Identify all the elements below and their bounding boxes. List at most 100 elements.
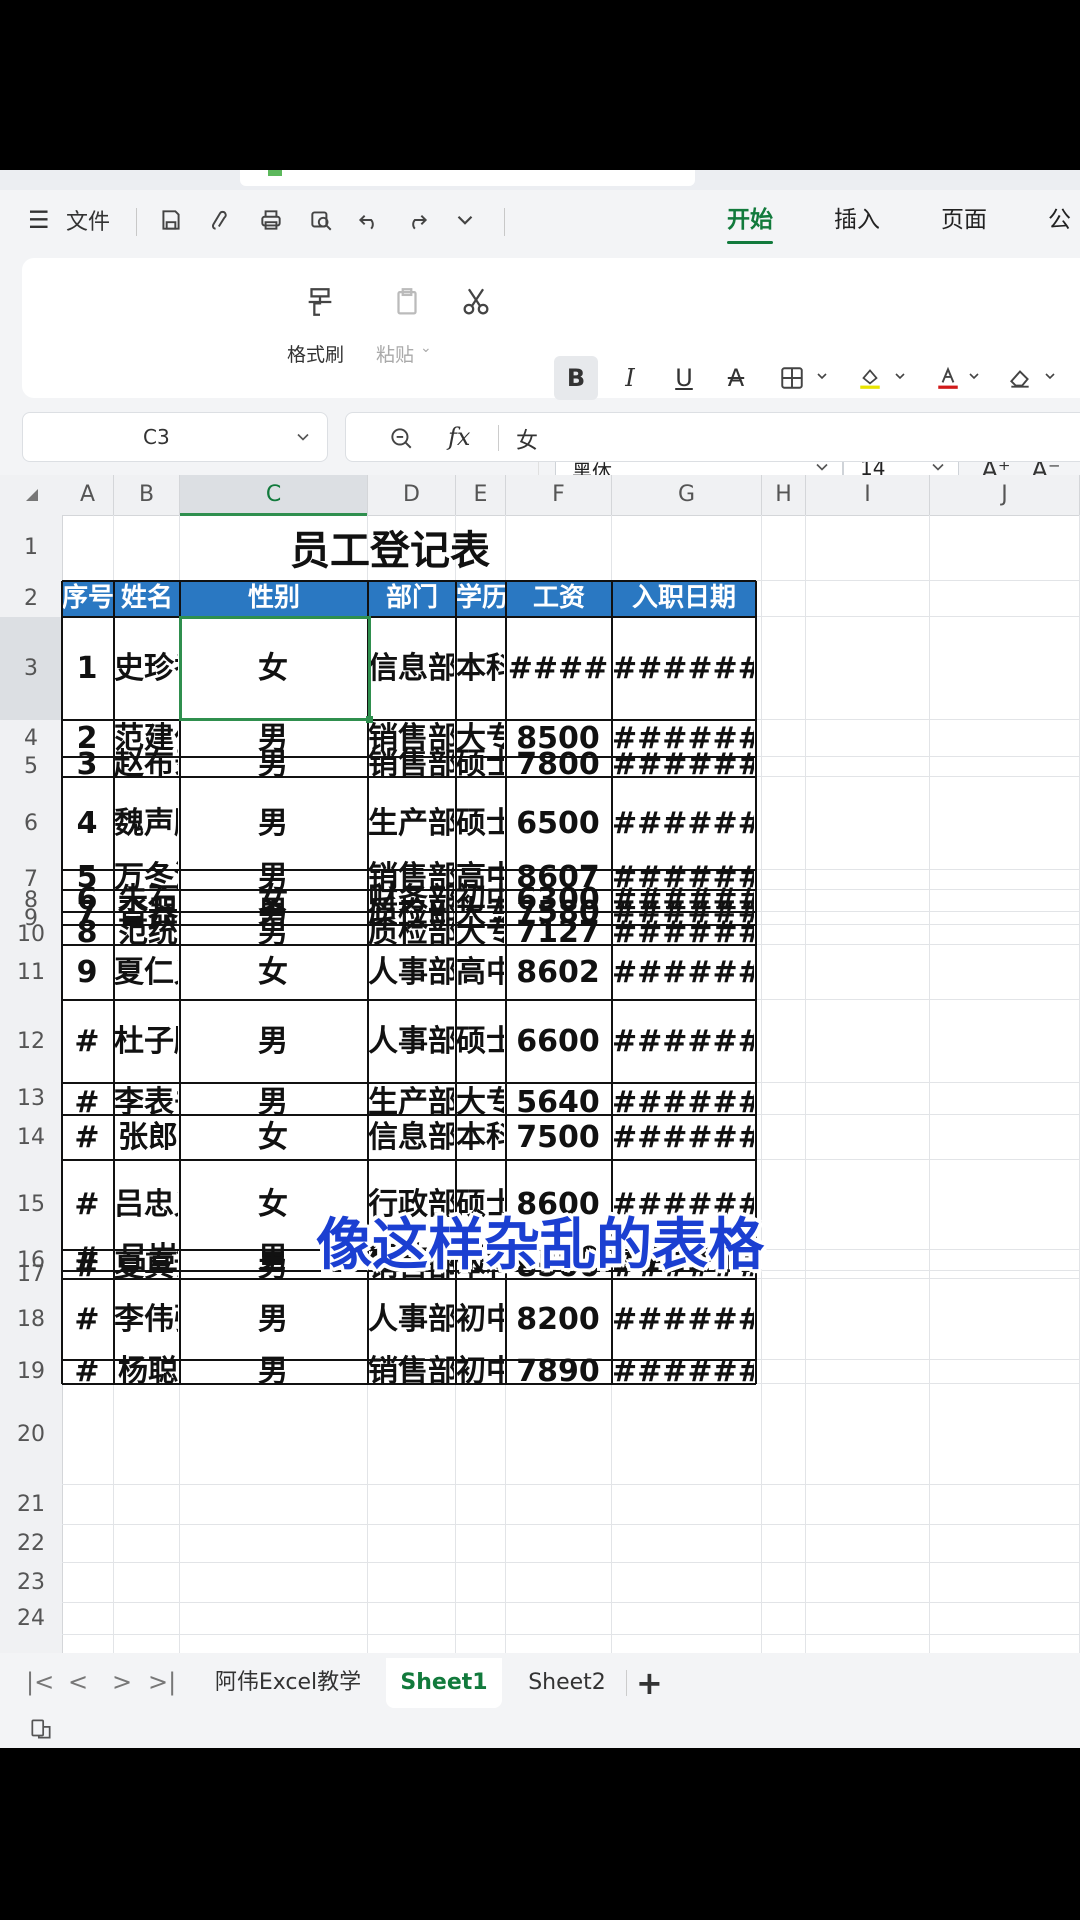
column-header-h[interactable]: H	[762, 475, 806, 515]
caret-down-icon[interactable]	[1044, 370, 1056, 382]
table-cell[interactable]: 男	[180, 745, 366, 777]
row-header-12[interactable]: 12	[0, 1000, 62, 1083]
row-header-7[interactable]: 7	[0, 869, 62, 891]
tab-insert[interactable]: 插入	[834, 190, 880, 250]
table-cell[interactable]: 赵布录	[114, 745, 178, 777]
last-sheet-icon[interactable]: >|	[148, 1668, 176, 1696]
save-icon[interactable]	[158, 190, 184, 250]
table-header-cell[interactable]: 姓名	[114, 582, 180, 615]
table-header-cell[interactable]: 性别	[180, 582, 368, 615]
table-cell[interactable]: #	[62, 1000, 112, 1083]
export-icon[interactable]	[208, 190, 234, 250]
italic-button[interactable]: I	[608, 356, 652, 400]
sheet-tab-sheet1[interactable]: Sheet1	[386, 1658, 502, 1708]
table-cell[interactable]: 初中	[456, 1352, 504, 1384]
table-header-cell[interactable]: 入职日期	[612, 582, 756, 615]
table-cell[interactable]: 女	[180, 1115, 366, 1160]
tab-page[interactable]: 页面	[941, 190, 987, 250]
add-sheet-button[interactable]: +	[636, 1664, 663, 1702]
table-cell[interactable]: ######	[612, 1115, 754, 1160]
table-cell[interactable]: 硕士	[456, 1000, 504, 1083]
table-cell[interactable]: 6600	[506, 1000, 610, 1083]
table-cell[interactable]: 6500	[506, 777, 610, 870]
row-header-6[interactable]: 6	[0, 777, 62, 870]
row-header-23[interactable]: 23	[0, 1563, 62, 1603]
table-cell[interactable]: 8200	[506, 1279, 610, 1360]
table-cell[interactable]: ######	[612, 1083, 754, 1115]
table-cell[interactable]: 男	[180, 913, 366, 945]
table-cell[interactable]: 本科	[456, 617, 504, 720]
insert-function-button[interactable]: fx	[448, 423, 470, 451]
column-header-b[interactable]: B	[114, 475, 180, 515]
prev-sheet-icon[interactable]: <	[68, 1668, 88, 1696]
file-menu[interactable]: 文件	[66, 190, 110, 250]
redo-icon[interactable]	[404, 190, 430, 250]
table-cell[interactable]: 男	[180, 1000, 366, 1083]
row-header-1[interactable]: 1	[0, 515, 62, 581]
table-cell[interactable]: 魏声鹏	[114, 777, 178, 870]
table-cell[interactable]: 销售部	[368, 745, 454, 777]
sheet-tab-jiaoxue[interactable]: 阿伟Excel教学	[200, 1658, 376, 1708]
table-cell[interactable]: ######	[612, 1000, 754, 1083]
table-cell[interactable]: 4	[62, 777, 112, 870]
table-cell[interactable]: ######	[612, 777, 754, 870]
table-cell[interactable]: 信息部	[368, 617, 454, 720]
table-header-cell[interactable]: 序号	[62, 582, 114, 615]
table-cell[interactable]: 8	[62, 913, 112, 945]
caret-down-icon[interactable]	[816, 370, 828, 382]
table-cell[interactable]: 杜子腾	[114, 1000, 178, 1083]
table-header-cell[interactable]: 部门	[368, 582, 456, 615]
table-cell[interactable]: 男	[180, 1279, 366, 1360]
paste-icon[interactable]	[385, 280, 429, 324]
table-cell[interactable]: ######	[612, 1279, 754, 1360]
table-cell[interactable]: 7800	[506, 745, 610, 777]
row-header-13[interactable]: 13	[0, 1083, 62, 1115]
table-cell[interactable]: 质检部	[368, 913, 454, 945]
print-icon[interactable]	[258, 190, 284, 250]
format-painter-label[interactable]: 格式刷	[287, 340, 344, 367]
table-cell[interactable]: #	[62, 1115, 112, 1160]
table-cell[interactable]: ######	[612, 913, 754, 945]
table-cell[interactable]: 史珍香	[114, 617, 178, 720]
next-sheet-icon[interactable]: >	[112, 1668, 132, 1696]
table-cell[interactable]: 李伟强	[114, 1279, 178, 1360]
table-cell[interactable]: 男	[180, 1083, 366, 1115]
table-cell[interactable]: 生产部	[368, 1083, 454, 1115]
eraser-icon[interactable]	[998, 356, 1042, 400]
menu-icon[interactable]: ☰	[28, 190, 50, 250]
table-cell[interactable]: 信息部	[368, 1115, 454, 1160]
bold-button[interactable]: B	[554, 356, 598, 400]
table-cell[interactable]: 大专	[456, 913, 504, 945]
format-painter-icon[interactable]	[298, 280, 342, 324]
table-cell[interactable]: 7890	[506, 1352, 610, 1384]
column-header-g[interactable]: G	[612, 475, 762, 515]
caret-down-icon[interactable]	[894, 370, 906, 382]
row-header-21[interactable]: 21	[0, 1485, 62, 1525]
table-cell[interactable]: 生产部	[368, 777, 454, 870]
column-header-e[interactable]: E	[456, 475, 506, 515]
undo-icon[interactable]	[356, 190, 382, 250]
table-cell[interactable]: 硕士	[456, 745, 504, 777]
row-header-24[interactable]: 24	[0, 1603, 62, 1635]
borders-icon[interactable]	[770, 356, 814, 400]
fill-color-icon[interactable]	[848, 356, 892, 400]
table-cell[interactable]: 大专	[456, 1083, 504, 1115]
table-cell[interactable]: 人事部	[368, 1000, 454, 1083]
column-header-c[interactable]: C	[180, 475, 368, 516]
table-cell[interactable]: 5640	[506, 1083, 610, 1115]
table-cell[interactable]: ######	[612, 745, 754, 777]
column-header-d[interactable]: D	[368, 475, 456, 515]
tab-home[interactable]: 开始	[727, 190, 773, 250]
strikethrough-button[interactable]: A	[714, 356, 758, 400]
table-cell[interactable]: 硕士	[456, 777, 504, 870]
document-tab[interactable]	[240, 170, 695, 186]
paste-dropdown-icon[interactable]: ⌄	[420, 340, 432, 356]
row-header-20[interactable]: 20	[0, 1384, 62, 1485]
caret-down-icon[interactable]	[968, 370, 980, 382]
print-preview-icon[interactable]	[308, 190, 334, 250]
table-header-cell[interactable]: 学历	[456, 582, 506, 615]
font-color-icon[interactable]	[926, 356, 970, 400]
table-cell[interactable]: 初中	[456, 1279, 504, 1360]
table-cell[interactable]: 3	[62, 745, 112, 777]
row-header-10[interactable]: 10	[0, 924, 62, 946]
